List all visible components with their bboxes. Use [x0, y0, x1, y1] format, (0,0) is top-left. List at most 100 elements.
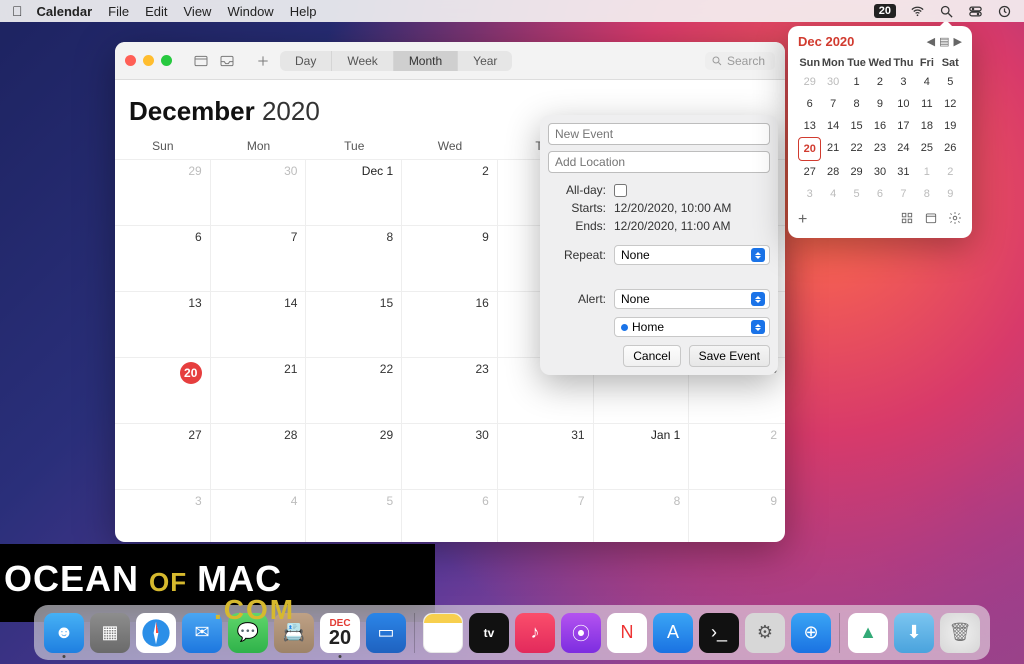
day-cell[interactable]: 30 — [402, 423, 498, 489]
search-field[interactable]: Search — [705, 52, 775, 70]
dock-terminal[interactable]: ›_ — [699, 613, 739, 653]
mini-day-cell[interactable]: 29 — [845, 161, 868, 183]
day-cell[interactable]: 2 — [402, 159, 498, 225]
mini-day-cell[interactable]: 9 — [939, 183, 962, 205]
alert-select[interactable]: None — [614, 289, 770, 309]
mini-day-cell[interactable]: 4 — [821, 183, 844, 205]
menu-window[interactable]: Window — [227, 4, 273, 19]
day-cell[interactable]: 16 — [402, 291, 498, 357]
mini-cal-add-icon[interactable]: + — [798, 213, 807, 227]
cancel-button[interactable]: Cancel — [623, 345, 680, 367]
repeat-select[interactable]: None — [614, 245, 770, 265]
day-cell[interactable]: 8 — [306, 225, 402, 291]
add-event-icon[interactable] — [254, 52, 272, 70]
dock-google-drive[interactable]: ▲ — [848, 613, 888, 653]
day-cell[interactable]: Dec 1 — [306, 159, 402, 225]
day-cell[interactable]: 3 — [115, 489, 211, 542]
menu-view[interactable]: View — [184, 4, 212, 19]
view-day[interactable]: Day — [280, 51, 332, 71]
day-cell[interactable]: 9 — [689, 489, 785, 542]
day-cell[interactable]: 27 — [115, 423, 211, 489]
day-cell[interactable]: 6 — [402, 489, 498, 542]
dock-news[interactable]: N — [607, 613, 647, 653]
day-cell[interactable]: 29 — [306, 423, 402, 489]
mini-day-cell[interactable]: 30 — [868, 161, 891, 183]
mini-day-cell[interactable]: 8 — [845, 93, 868, 115]
mini-cal-next-icon[interactable]: ▶ — [954, 35, 962, 48]
day-cell[interactable]: 2 — [689, 423, 785, 489]
day-cell[interactable]: 13 — [115, 291, 211, 357]
mini-day-cell[interactable]: 19 — [939, 115, 962, 137]
wifi-icon[interactable] — [910, 4, 925, 19]
menubar-app-name[interactable]: Calendar — [37, 4, 93, 19]
day-cell[interactable]: 5 — [306, 489, 402, 542]
mini-cal-prev-icon[interactable]: ◀ — [927, 35, 935, 48]
day-cell[interactable]: 8 — [594, 489, 690, 542]
mini-day-cell[interactable]: 29 — [798, 71, 821, 93]
starts-value[interactable]: 12/20/2020, 10:00 AM — [614, 201, 770, 215]
day-cell[interactable]: 30 — [211, 159, 307, 225]
zoom-button[interactable] — [161, 55, 172, 66]
mini-day-cell[interactable]: 1 — [845, 71, 868, 93]
dock-downloads[interactable]: ⬇︎ — [894, 613, 934, 653]
mini-day-cell[interactable]: 3 — [892, 71, 915, 93]
mini-day-cell[interactable]: 30 — [821, 71, 844, 93]
calendars-sidebar-icon[interactable] — [192, 52, 210, 70]
day-cell[interactable]: 15 — [306, 291, 402, 357]
mini-day-cell[interactable]: 6 — [798, 93, 821, 115]
day-cell[interactable]: 20 — [115, 357, 211, 423]
mini-day-cell[interactable]: 27 — [798, 161, 821, 183]
day-cell[interactable]: 7 — [498, 489, 594, 542]
menu-file[interactable]: File — [108, 4, 129, 19]
view-week[interactable]: Week — [332, 51, 393, 71]
mini-day-cell[interactable]: 8 — [915, 183, 938, 205]
mini-day-cell[interactable]: 16 — [868, 115, 891, 137]
day-cell[interactable]: 9 — [402, 225, 498, 291]
event-title-input[interactable] — [548, 123, 770, 145]
calendar-select[interactable]: Home — [614, 317, 770, 337]
day-cell[interactable]: 14 — [211, 291, 307, 357]
inbox-icon[interactable] — [218, 52, 236, 70]
apple-menu-icon[interactable]:  — [12, 3, 23, 19]
mini-day-cell[interactable]: 17 — [892, 115, 915, 137]
mini-day-cell[interactable]: 3 — [798, 183, 821, 205]
mini-day-cell[interactable]: 15 — [845, 115, 868, 137]
mini-day-cell[interactable]: 2 — [868, 71, 891, 93]
day-cell[interactable]: Jan 1 — [594, 423, 690, 489]
mini-day-cell[interactable]: 4 — [915, 71, 938, 93]
mini-day-cell[interactable]: 31 — [892, 161, 915, 183]
day-cell[interactable]: 22 — [306, 357, 402, 423]
view-month[interactable]: Month — [394, 51, 458, 71]
dock-keynote[interactable]: ▭ — [366, 613, 406, 653]
mini-day-cell[interactable]: 28 — [821, 161, 844, 183]
dock-tv[interactable]: tv — [469, 613, 509, 653]
mini-cal-grid-icon[interactable] — [900, 211, 914, 228]
mini-day-cell[interactable]: 1 — [915, 161, 938, 183]
mini-day-cell[interactable]: 5 — [939, 71, 962, 93]
dock-podcasts[interactable]: ⦿ — [561, 613, 601, 653]
day-cell[interactable]: 6 — [115, 225, 211, 291]
mini-day-cell[interactable]: 18 — [915, 115, 938, 137]
menubar-calendar-extra[interactable]: 20 — [874, 4, 896, 18]
mini-day-cell[interactable]: 11 — [915, 93, 938, 115]
mini-cal-calendar-icon[interactable] — [924, 211, 938, 228]
mini-cal-agenda-icon[interactable]: ▤ — [939, 35, 949, 48]
mini-day-cell[interactable]: 25 — [915, 137, 938, 161]
menu-edit[interactable]: Edit — [145, 4, 167, 19]
dock-appstore[interactable]: A — [653, 613, 693, 653]
mini-day-cell[interactable]: 21 — [821, 137, 844, 161]
view-year[interactable]: Year — [458, 51, 512, 71]
dock-calendar[interactable]: DEC20 — [320, 613, 360, 653]
mini-day-cell[interactable]: 20 — [798, 137, 821, 161]
day-cell[interactable]: 21 — [211, 357, 307, 423]
mini-day-cell[interactable]: 14 — [821, 115, 844, 137]
mini-day-cell[interactable]: 2 — [939, 161, 962, 183]
menu-help[interactable]: Help — [290, 4, 317, 19]
mini-day-cell[interactable]: 13 — [798, 115, 821, 137]
day-cell[interactable]: 7 — [211, 225, 307, 291]
event-location-input[interactable] — [548, 151, 770, 173]
spotlight-icon[interactable] — [939, 4, 954, 19]
mini-day-cell[interactable]: 6 — [868, 183, 891, 205]
day-cell[interactable]: 29 — [115, 159, 211, 225]
mini-day-cell[interactable]: 9 — [868, 93, 891, 115]
